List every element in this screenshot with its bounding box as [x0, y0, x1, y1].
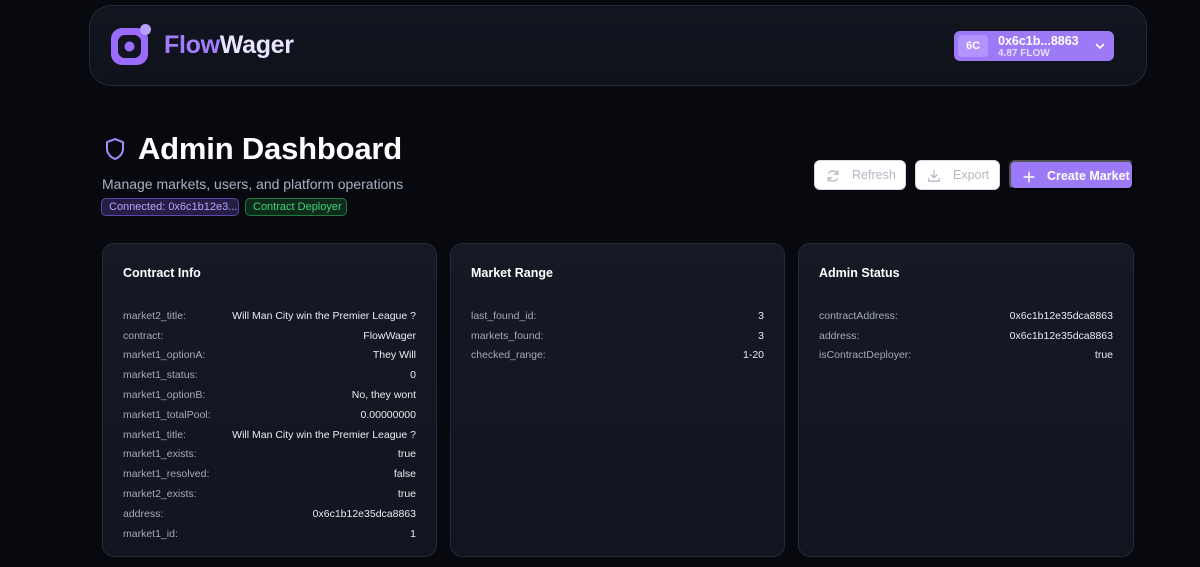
kv-value: true [397, 488, 416, 501]
kv-value: 0x6c1b12e35dca8863 [312, 507, 416, 520]
kv-key: checked_range: [471, 349, 546, 362]
kv-value: 0x6c1b12e35dca8863 [1009, 309, 1113, 322]
kv-key: address: [123, 507, 164, 520]
kv-key: market2_title: [123, 309, 187, 322]
kv-value: No, they wont [351, 389, 416, 402]
kv-row: last_found_id: 3 [471, 306, 764, 326]
kv-key: market2_exists: [123, 488, 197, 501]
kv-value: Will Man City win the Premier League ? [232, 428, 416, 441]
refresh-icon [827, 170, 839, 182]
chevron-down-icon [1095, 43, 1105, 49]
kv-value: 3 [758, 309, 764, 322]
page-title: Admin Dashboard [138, 131, 402, 166]
kv-row: market1_resolved: false [123, 464, 416, 484]
kv-key: market1_totalPool: [123, 408, 211, 421]
brand-logo-text[interactable]: FlowWager [164, 31, 294, 60]
card-title: Contract Info [123, 266, 201, 280]
kv-row: market2_exists: true [123, 484, 416, 504]
plus-icon [1023, 171, 1035, 183]
kv-key: market1_exists: [123, 448, 197, 461]
kv-key: market1_resolved: [123, 468, 210, 481]
wallet-button[interactable]: 6C 0x6c1b...8863 4.87 FLOW [954, 31, 1114, 61]
kv-row: market1_totalPool: 0.00000000 [123, 405, 416, 425]
wallet-address: 0x6c1b...8863 [998, 34, 1079, 48]
kv-value: 0x6c1b12e35dca8863 [1009, 329, 1113, 342]
kv-key: last_found_id: [471, 309, 537, 322]
kv-key: market1_status: [123, 369, 198, 382]
refresh-button[interactable]: Refresh [814, 160, 906, 190]
kv-key: market1_title: [123, 428, 187, 441]
role-badge: Contract Deployer [245, 198, 347, 216]
export-button[interactable]: Export [915, 160, 1000, 190]
kv-value: 0.00000000 [360, 408, 416, 421]
top-header: FlowWager 6C 0x6c1b...8863 4.87 FLOW [89, 5, 1147, 86]
kv-key: markets_found: [471, 329, 544, 342]
kv-row: market1_title: Will Man City win the Prem… [123, 425, 416, 445]
kv-value: 0 [410, 369, 416, 382]
kv-key: market1_optionB: [123, 389, 206, 402]
kv-row: market1_exists: true [123, 445, 416, 465]
connected-badge: Connected: 0x6c1b12e3... [101, 198, 239, 216]
card-title: Admin Status [819, 266, 900, 280]
refresh-button-label: Refresh [852, 168, 896, 182]
create-market-button-label: Create Market [1047, 169, 1130, 183]
brand-name-suffix: Wager [219, 31, 294, 59]
card-title: Market Range [471, 266, 553, 280]
admin-status-list: contractAddress: 0x6c1b12e35dca8863 addre… [819, 306, 1113, 365]
contract-info-list: market2_title: Will Man City win the Prem… [123, 306, 416, 544]
kv-row: markets_found: 3 [471, 326, 764, 346]
kv-value: false [393, 468, 416, 481]
kv-row: market1_optionA: They Will [123, 346, 416, 366]
market-range-card: Market Range last_found_id: 3 markets_fou… [450, 243, 785, 557]
market-range-list: last_found_id: 3 markets_found: 3 checked_… [471, 306, 764, 365]
kv-row: checked_range: 1-20 [471, 346, 764, 366]
kv-value: FlowWager [363, 329, 416, 342]
admin-status-card: Admin Status contractAddress: 0x6c1b12e35… [798, 243, 1134, 557]
download-icon [928, 169, 940, 182]
kv-key: contractAddress: [819, 309, 898, 322]
kv-value: 1-20 [742, 349, 764, 362]
kv-row: isContractDeployer: true [819, 346, 1113, 366]
kv-row: market2_title: Will Man City win the Prem… [123, 306, 416, 326]
kv-row: contractAddress: 0x6c1b12e35dca8863 [819, 306, 1113, 326]
kv-row: market1_status: 0 [123, 365, 416, 385]
app-root: FlowWager 6C 0x6c1b...8863 4.87 FLOW Adm… [0, 0, 1200, 567]
kv-row: address: 0x6c1b12e35dca8863 [123, 504, 416, 524]
kv-value: 1 [410, 527, 416, 540]
kv-key: contract: [123, 329, 164, 342]
kv-row: contract: FlowWager [123, 326, 416, 346]
kv-key: market1_optionA: [123, 349, 206, 362]
wallet-avatar: 6C [958, 35, 988, 57]
kv-value: true [397, 448, 416, 461]
kv-value: They Will [372, 349, 416, 362]
kv-value: Will Man City win the Premier League ? [232, 309, 416, 322]
shield-icon [106, 138, 124, 160]
logo-icon[interactable] [109, 23, 153, 67]
kv-value: 3 [758, 329, 764, 342]
kv-row: market1_id: 1 [123, 524, 416, 544]
brand-name-prefix: Flow [164, 31, 220, 59]
wallet-balance: 4.87 FLOW [998, 48, 1050, 59]
kv-key: isContractDeployer: [819, 349, 912, 362]
kv-key: address: [819, 329, 860, 342]
create-market-button[interactable]: Create Market [1009, 160, 1134, 190]
kv-key: market1_id: [123, 527, 178, 540]
export-button-label: Export [953, 168, 990, 182]
kv-row: market1_optionB: No, they wont [123, 385, 416, 405]
contract-info-card: Contract Info market2_title: Will Man Cit… [102, 243, 437, 557]
kv-row: address: 0x6c1b12e35dca8863 [819, 326, 1113, 346]
page-subtitle: Manage markets, users, and platform oper… [102, 176, 404, 192]
kv-value: true [1094, 349, 1113, 362]
